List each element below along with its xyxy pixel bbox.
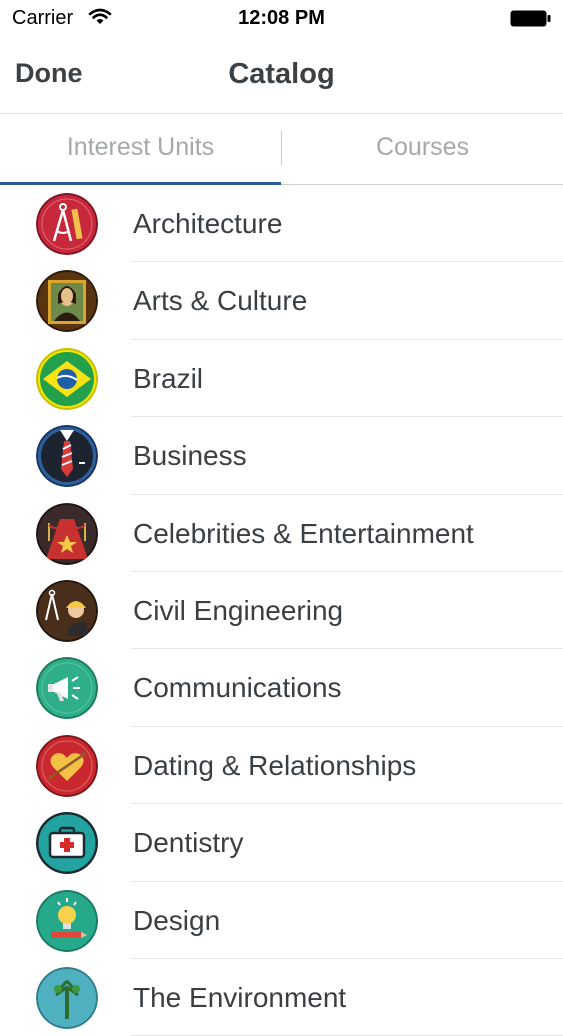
list-item-label: Celebrities & Entertainment — [133, 517, 474, 549]
catalog-list: Architecture Arts & Culture Brazil Busin… — [0, 185, 563, 1036]
medical-kit-icon — [36, 812, 98, 875]
mona-lisa-icon — [36, 270, 98, 333]
tab-courses[interactable]: Courses — [282, 114, 563, 181]
lightbulb-pencil-icon — [36, 889, 98, 952]
list-item-label: Business — [133, 440, 247, 472]
list-item-label: Dating & Relationships — [133, 749, 417, 781]
list-item[interactable]: Civil Engineering — [0, 572, 563, 650]
tree-icon — [36, 966, 98, 1029]
architecture-compass-icon — [36, 193, 98, 255]
status-bar: Carrier 12:08 PM — [0, 0, 563, 40]
engineer-hardhat-icon — [36, 579, 98, 642]
battery-icon — [510, 10, 551, 27]
brazil-flag-icon — [36, 347, 98, 410]
list-item-label: Brazil — [133, 362, 204, 394]
list-item[interactable]: Business — [0, 417, 563, 495]
list-item-label: Communications — [133, 672, 342, 704]
tab-interest-units[interactable]: Interest Units — [0, 114, 281, 181]
list-item[interactable]: Communications — [0, 649, 563, 727]
status-time: 12:08 PM — [238, 7, 325, 29]
list-item-label: Dentistry — [133, 827, 244, 859]
list-item[interactable]: Design — [0, 882, 563, 959]
navigation-bar: Done Catalog — [0, 40, 563, 114]
suit-tie-icon — [36, 425, 98, 488]
list-item-label: Arts & Culture — [133, 285, 308, 317]
list-item[interactable]: Celebrities & Entertainment — [0, 495, 563, 572]
page-title: Catalog — [228, 58, 335, 90]
list-item[interactable]: Brazil — [0, 340, 563, 418]
list-item[interactable]: Dentistry — [0, 804, 563, 882]
list-item[interactable]: The Environment — [0, 959, 563, 1036]
list-item[interactable]: Dating & Relationships — [0, 727, 563, 805]
megaphone-icon — [36, 657, 98, 720]
segmented-tabs: Interest Units Courses — [0, 114, 563, 185]
red-carpet-star-icon — [36, 502, 98, 565]
list-item-label: The Environment — [133, 981, 347, 1013]
list-item[interactable]: Arts & Culture — [0, 262, 563, 340]
list-item-label: Design — [133, 904, 221, 936]
list-item[interactable]: Architecture — [0, 185, 563, 263]
heart-arrow-icon — [36, 734, 98, 797]
list-item-label: Architecture — [133, 208, 283, 239]
list-item-label: Civil Engineering — [133, 594, 344, 626]
